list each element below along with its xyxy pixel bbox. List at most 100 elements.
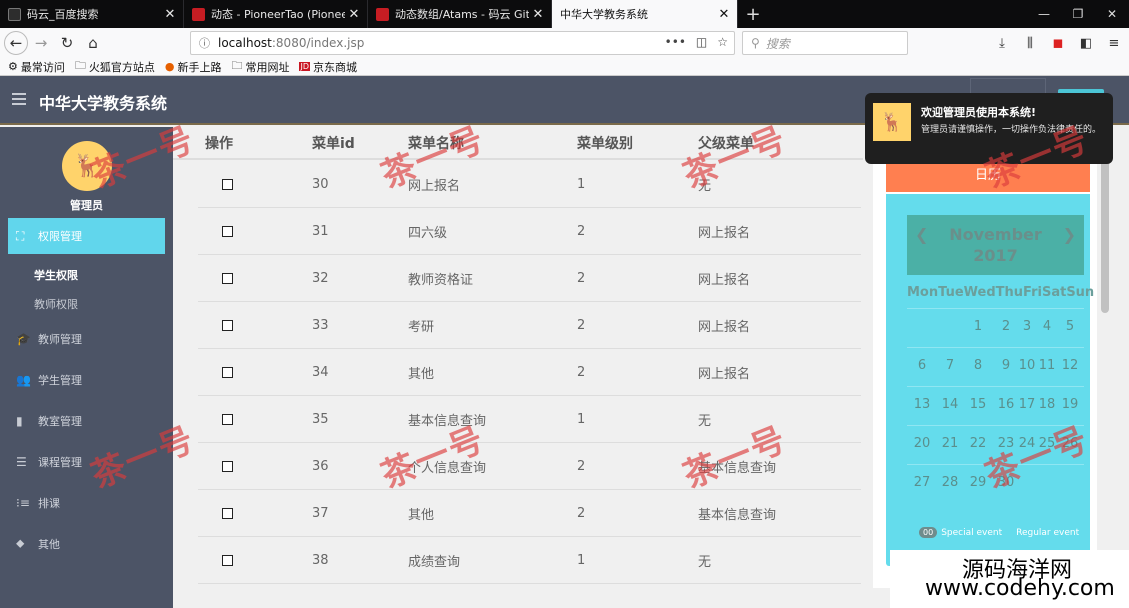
close-window-icon[interactable]: ✕ xyxy=(1095,0,1129,28)
cell-menu-id: 35 xyxy=(312,411,329,427)
bookmark-most-visited[interactable]: ⚙ 最常访问 xyxy=(8,59,65,75)
column-header-menu-level: 菜单级别 xyxy=(577,135,633,152)
bookmark-jd[interactable]: JD 京东商城 xyxy=(299,59,357,75)
calendar-day[interactable]: 17 xyxy=(1016,397,1038,412)
minimize-icon[interactable]: — xyxy=(1027,0,1061,28)
calendar-day[interactable]: 28 xyxy=(939,475,961,490)
sidebar-item-scheduling[interactable]: ⁝≡ 排课 xyxy=(0,482,173,523)
calendar-day[interactable]: 6 xyxy=(911,358,933,373)
back-icon[interactable]: ← xyxy=(4,31,28,55)
tab-atams[interactable]: 动态数组/Atams - 码云 Gitee.c ✕ xyxy=(368,0,552,28)
tab-title: 码云_百度搜索 xyxy=(27,8,99,21)
tab-baidu-search[interactable]: 码云_百度搜索 ✕ xyxy=(0,0,184,28)
page-actions-icon[interactable]: ••• xyxy=(665,35,686,49)
row-checkbox[interactable] xyxy=(222,507,233,519)
calendar-day[interactable]: 1 xyxy=(967,319,989,334)
calendar-day[interactable]: 15 xyxy=(967,397,989,412)
sidebar-item-other[interactable]: ⬥ 其他 xyxy=(0,523,173,564)
calendar-day[interactable]: 4 xyxy=(1036,319,1058,334)
row-checkbox[interactable] xyxy=(222,413,233,425)
pocket-icon[interactable]: ◫ xyxy=(696,35,707,49)
toast-title: 欢迎管理员使用本系统! xyxy=(921,106,1037,119)
reload-icon[interactable]: ↻ xyxy=(54,30,80,56)
bookmark-getting-started[interactable]: ● 新手上路 xyxy=(165,59,222,75)
row-checkbox[interactable] xyxy=(222,272,233,284)
row-checkbox[interactable] xyxy=(222,178,233,190)
restore-icon[interactable]: ❐ xyxy=(1061,0,1095,28)
calendar-day[interactable]: 18 xyxy=(1036,397,1058,412)
sidebar-subitem-teacher-permissions[interactable]: 教师权限 xyxy=(0,289,173,318)
close-icon[interactable]: ✕ xyxy=(529,7,547,22)
calendar-day[interactable]: 9 xyxy=(995,358,1017,373)
calendar-day[interactable]: 8 xyxy=(967,358,989,373)
close-icon[interactable]: ✕ xyxy=(715,7,733,22)
calendar-day[interactable]: 27 xyxy=(911,475,933,490)
row-checkbox[interactable] xyxy=(222,225,233,237)
sidebar-item-permissions[interactable]: ⛶ 权限管理 xyxy=(8,218,165,254)
sidebar-subitem-label: 学生权限 xyxy=(34,268,78,282)
row-checkbox[interactable] xyxy=(222,460,233,472)
jd-icon: JD xyxy=(299,62,311,71)
calendar-day[interactable]: 12 xyxy=(1059,358,1081,373)
close-icon[interactable]: ✕ xyxy=(161,7,179,22)
calendar-day[interactable]: 7 xyxy=(939,358,961,373)
bookmark-star-icon[interactable]: ☆ xyxy=(717,35,728,49)
sidebar-icon[interactable]: ◧ xyxy=(1075,31,1097,55)
search-input[interactable]: ⚲ 搜索 xyxy=(742,31,908,55)
forward-icon[interactable]: → xyxy=(28,30,54,56)
chevron-right-icon[interactable]: ❯ xyxy=(1063,225,1076,244)
calendar-day[interactable]: 21 xyxy=(939,436,961,451)
calendar-day[interactable]: 20 xyxy=(911,436,933,451)
scrollbar[interactable] xyxy=(1097,127,1113,608)
sidebar-item-teachers[interactable]: 🎓 教师管理 xyxy=(0,318,173,359)
bookmark-common-sites[interactable]: 🗀 常用网址 xyxy=(231,57,289,76)
calendar-weekday: Sun xyxy=(1066,285,1095,300)
calendar-legend: 00 Special event Regular event xyxy=(919,527,1079,538)
cell-menu-id: 36 xyxy=(312,458,329,474)
calendar-day[interactable]: 13 xyxy=(911,397,933,412)
calendar-day[interactable]: 11 xyxy=(1036,358,1058,373)
info-icon[interactable]: ⓘ xyxy=(199,35,210,51)
gitee-favicon-icon xyxy=(376,7,389,21)
row-checkbox[interactable] xyxy=(222,319,233,331)
cell-menu-name: 考研 xyxy=(408,319,435,335)
chevron-left-icon[interactable]: ❮ xyxy=(915,225,928,244)
tab-pioneertao[interactable]: 动态 - PioneerTao (PioneerTa ✕ xyxy=(184,0,368,28)
tab-jiaowu-active[interactable]: 中华大学教务系统 ✕ xyxy=(552,0,738,28)
sidebar-item-label: 课程管理 xyxy=(38,455,82,469)
calendar-day[interactable]: 2 xyxy=(995,319,1017,334)
url-bar[interactable]: ⓘ localhost:8080/index.jsp ••• ◫ ☆ xyxy=(190,31,735,55)
calendar-day[interactable]: 10 xyxy=(1016,358,1038,373)
new-tab-icon[interactable]: + xyxy=(738,0,768,28)
sidebar-item-label: 学生管理 xyxy=(38,373,82,387)
close-icon[interactable]: ✕ xyxy=(345,7,363,22)
bookmarks-bar: ⚙ 最常访问 🗀 火狐官方站点 ● 新手上路 🗀 常用网址 JD 京东商城 xyxy=(0,58,1129,76)
row-checkbox[interactable] xyxy=(222,366,233,378)
menu-icon[interactable]: ≡ xyxy=(1103,31,1125,55)
home-icon[interactable]: ⌂ xyxy=(80,30,106,56)
sidebar-subitem-student-permissions[interactable]: 学生权限 xyxy=(0,260,173,289)
cell-menu-level: 2 xyxy=(577,223,586,239)
calendar-day[interactable]: 3 xyxy=(1016,319,1038,334)
tab-title: 动态数组/Atams - 码云 Gitee.c xyxy=(395,8,529,21)
download-icon[interactable]: ⤓ xyxy=(991,31,1013,55)
calendar-day[interactable]: 5 xyxy=(1059,319,1081,334)
calendar-day[interactable]: 14 xyxy=(939,397,961,412)
gear-icon: ⚙ xyxy=(8,60,18,73)
extension-icon[interactable]: ◼ xyxy=(1047,31,1069,55)
ordered-list-icon: ⁝≡ xyxy=(16,495,30,510)
row-checkbox[interactable] xyxy=(222,554,233,566)
calendar-day[interactable]: 16 xyxy=(995,397,1017,412)
calendar-day[interactable]: 29 xyxy=(967,475,989,490)
browser-tab-bar: 码云_百度搜索 ✕ 动态 - PioneerTao (PioneerTa ✕ 动… xyxy=(0,0,1129,28)
cell-menu-id: 30 xyxy=(312,176,329,192)
cell-menu-name: 四六级 xyxy=(408,225,448,241)
library-icon[interactable]: ⫼ xyxy=(1019,31,1041,55)
cell-menu-id: 38 xyxy=(312,552,329,568)
calendar-day[interactable]: 19 xyxy=(1059,397,1081,412)
hamburger-menu-icon[interactable] xyxy=(12,93,26,105)
cell-menu-name: 教师资格证 xyxy=(408,272,474,288)
sidebar-item-students[interactable]: 👥 学生管理 xyxy=(0,359,173,400)
tags-icon: ⬥ xyxy=(16,536,25,550)
bookmark-firefox-site[interactable]: 🗀 火狐官方站点 xyxy=(75,57,155,76)
